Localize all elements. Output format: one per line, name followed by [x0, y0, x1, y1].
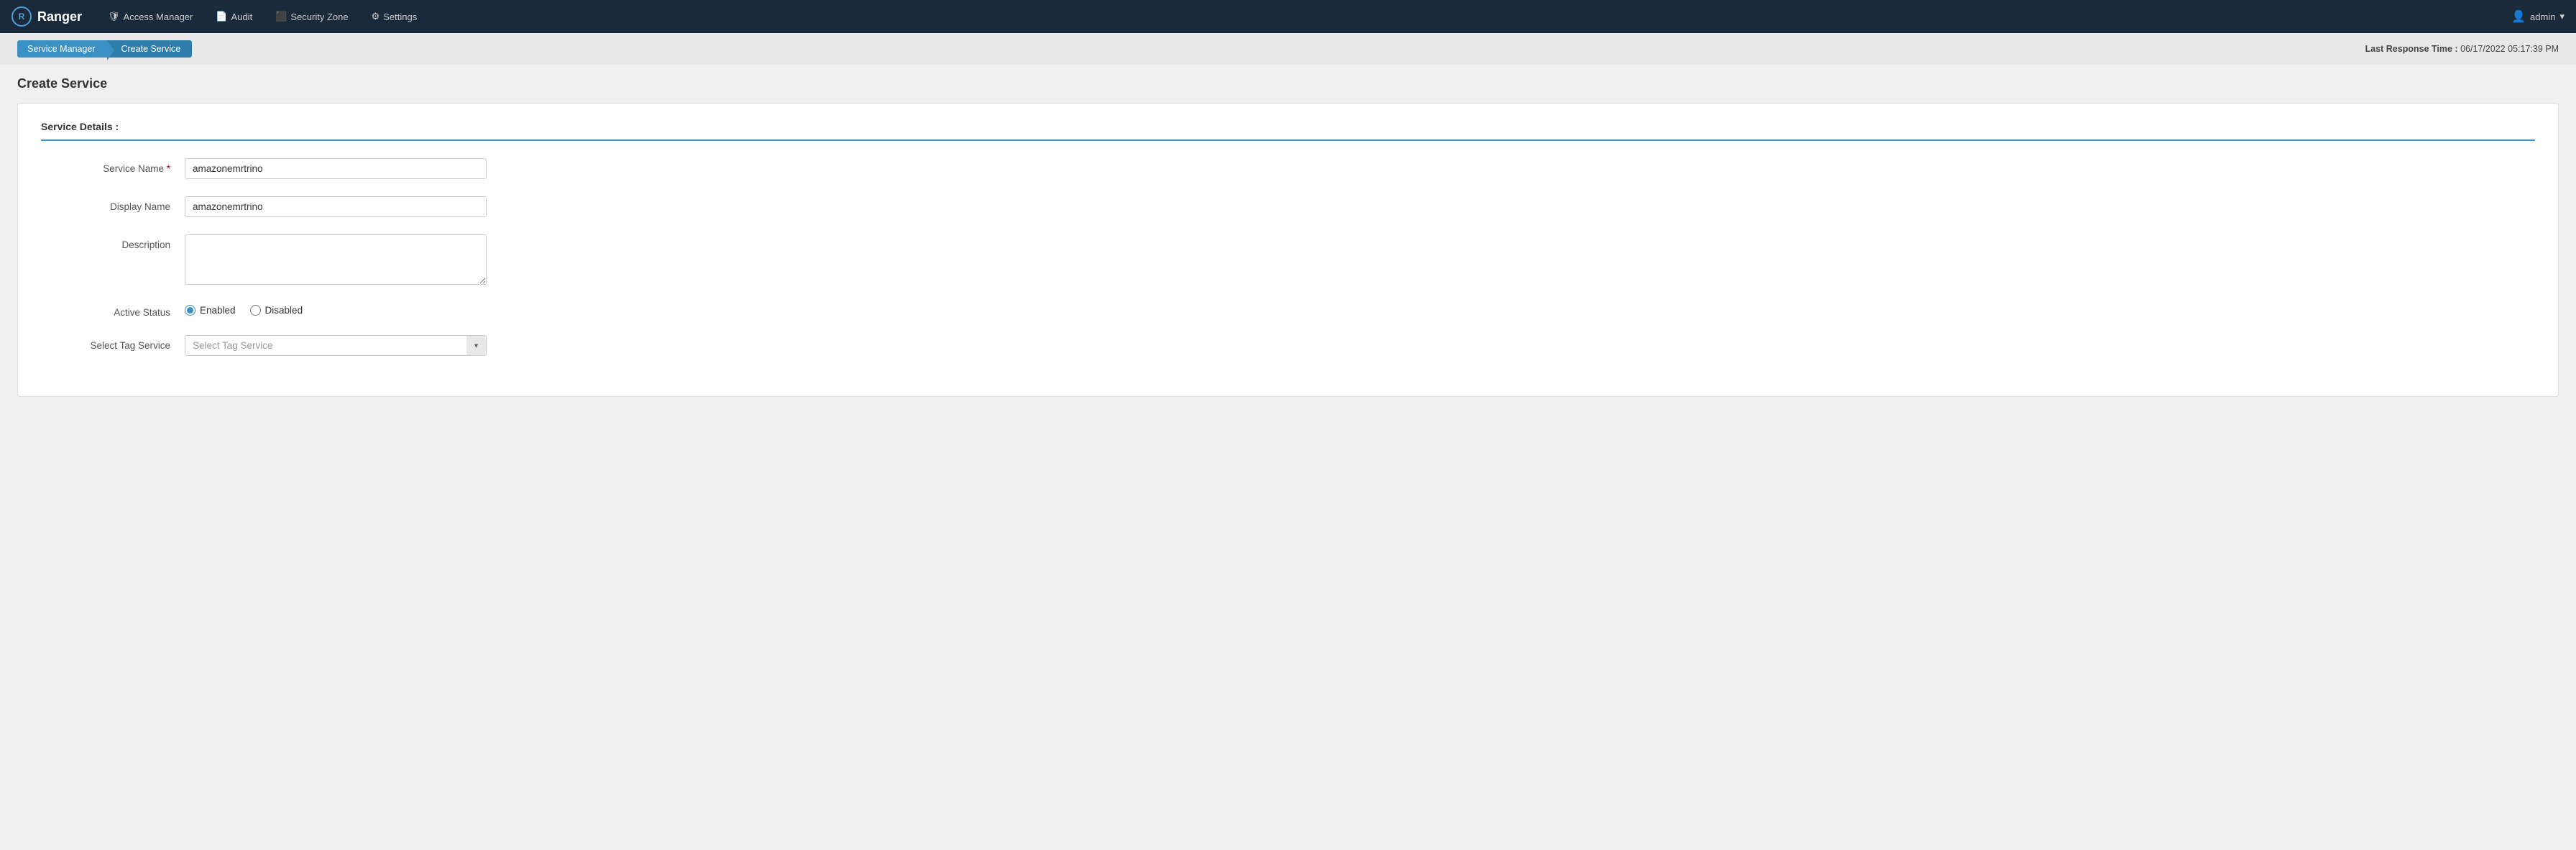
- page-title: Create Service: [17, 76, 2559, 91]
- ranger-icon: R: [12, 6, 32, 27]
- nav-settings-label: Settings: [383, 12, 417, 22]
- disabled-radio[interactable]: [250, 305, 261, 316]
- active-status-label: Active Status: [41, 302, 185, 318]
- breadcrumb-create-service[interactable]: Create Service: [107, 40, 193, 58]
- section-title: Service Details :: [41, 121, 2535, 141]
- enabled-radio[interactable]: [185, 305, 196, 316]
- user-name: admin: [2530, 12, 2555, 22]
- nav-settings[interactable]: ⚙ Settings: [363, 6, 426, 27]
- select-tag-service-dropdown[interactable]: Select Tag Service: [185, 335, 487, 356]
- description-input[interactable]: [185, 234, 487, 285]
- nav-audit[interactable]: 📄 Audit: [207, 6, 261, 27]
- required-asterisk: *: [167, 163, 170, 174]
- description-group: Description: [41, 234, 688, 285]
- last-response-value: 06/17/2022 05:17:39 PM: [2460, 44, 2559, 54]
- service-name-group: Service Name *: [41, 158, 688, 179]
- chevron-down-icon: ▾: [2559, 11, 2564, 22]
- security-zone-icon: ⬛: [275, 11, 287, 22]
- audit-icon: 📄: [216, 11, 227, 22]
- select-tag-service-wrapper: Select Tag Service ▾: [185, 335, 487, 356]
- shield-icon: 🛡: [108, 11, 120, 22]
- brand-name: Ranger: [37, 9, 82, 24]
- page-content: Create Service Service Details : Service…: [0, 65, 2576, 408]
- enabled-radio-label[interactable]: Enabled: [185, 305, 236, 316]
- nav-access-manager-label: Access Manager: [124, 12, 193, 22]
- select-tag-service-group: Select Tag Service Select Tag Service ▾: [41, 335, 688, 356]
- description-label: Description: [41, 234, 185, 250]
- settings-icon: ⚙: [372, 11, 380, 22]
- display-name-input[interactable]: [185, 196, 487, 217]
- breadcrumb: Service Manager Create Service: [17, 40, 192, 58]
- display-name-group: Display Name: [41, 196, 688, 217]
- breadcrumb-create-service-label: Create Service: [121, 44, 181, 54]
- breadcrumb-service-manager[interactable]: Service Manager: [17, 40, 107, 58]
- nav-access-manager[interactable]: 🛡 Access Manager: [99, 6, 201, 27]
- service-name-input[interactable]: [185, 158, 487, 179]
- disabled-radio-label[interactable]: Disabled: [250, 305, 303, 316]
- active-status-group: Active Status Enabled Disabled: [41, 302, 688, 318]
- last-response-time: Last Response Time : 06/17/2022 05:17:39…: [2365, 44, 2559, 54]
- breadcrumb-bar: Service Manager Create Service Last Resp…: [0, 33, 2576, 65]
- nav-security-zone[interactable]: ⬛ Security Zone: [267, 6, 356, 27]
- user-menu[interactable]: 👤 admin ▾: [2511, 9, 2564, 24]
- last-response-label: Last Response Time :: [2365, 44, 2458, 54]
- nav-audit-label: Audit: [231, 12, 253, 22]
- active-status-radio-group: Enabled Disabled: [185, 302, 303, 316]
- nav-items: 🛡 Access Manager 📄 Audit ⬛ Security Zone…: [99, 6, 2494, 27]
- brand-logo[interactable]: R Ranger: [12, 6, 82, 27]
- breadcrumb-service-manager-label: Service Manager: [27, 44, 96, 54]
- display-name-label: Display Name: [41, 196, 185, 212]
- navbar: R Ranger 🛡 Access Manager 📄 Audit ⬛ Secu…: [0, 0, 2576, 33]
- nav-security-zone-label: Security Zone: [290, 12, 348, 22]
- select-tag-service-label: Select Tag Service: [41, 335, 185, 351]
- user-icon: 👤: [2511, 9, 2526, 24]
- disabled-label: Disabled: [265, 305, 303, 316]
- service-name-label: Service Name *: [41, 158, 185, 174]
- enabled-label: Enabled: [200, 305, 236, 316]
- create-service-card: Service Details : Service Name * Display…: [17, 103, 2559, 397]
